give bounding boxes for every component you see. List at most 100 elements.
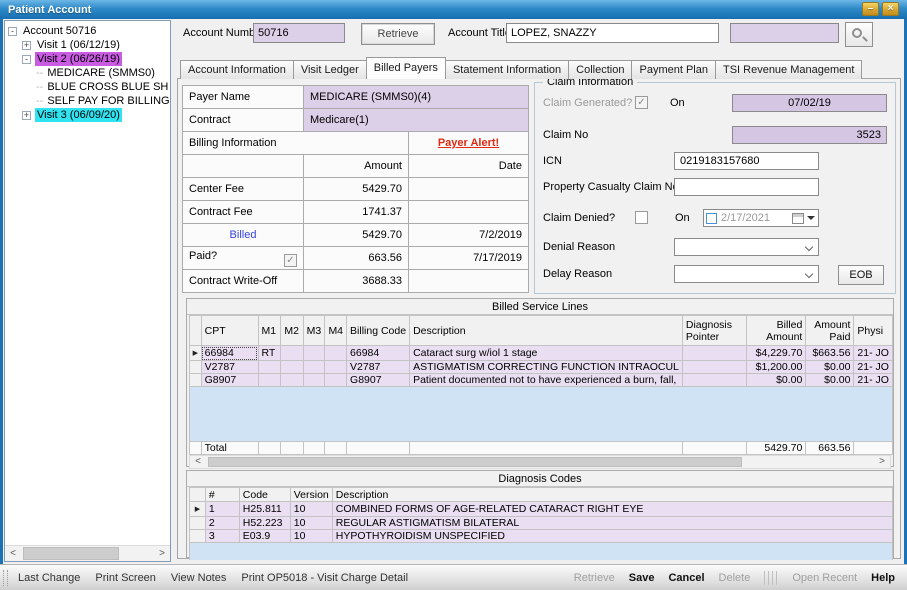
- scrollbar-thumb[interactable]: [23, 547, 119, 560]
- aux-lookup-field[interactable]: [730, 23, 839, 43]
- tree-node-visit2[interactable]: - Visit 2 (06/26/19): [22, 52, 169, 66]
- col-num[interactable]: #: [205, 488, 239, 502]
- col-description[interactable]: Description: [332, 488, 892, 502]
- cell-physician: 21- JO: [854, 346, 893, 361]
- row-selector[interactable]: ▶: [190, 502, 206, 517]
- empty-grid-area: [190, 543, 893, 560]
- service-lines-horizontal-scrollbar[interactable]: < >: [189, 455, 891, 469]
- scrollbar-track[interactable]: [21, 546, 154, 561]
- icn-input[interactable]: [674, 152, 819, 170]
- claim-denied-on-label: On: [675, 208, 690, 228]
- row-selector[interactable]: [190, 530, 206, 543]
- col-billing-code[interactable]: Billing Code: [347, 316, 410, 346]
- tree-node-label[interactable]: Account 50716: [21, 24, 98, 38]
- tree-node-account[interactable]: - Account 50716: [8, 24, 169, 38]
- billed-link[interactable]: Billed: [189, 229, 297, 241]
- cell-version: 10: [290, 502, 332, 517]
- denial-reason-select[interactable]: [674, 238, 819, 256]
- account-tree: - Account 50716 + Visit 1 (06/12/19) - V…: [8, 24, 169, 544]
- col-billed-amount[interactable]: Billed Amount: [747, 316, 806, 346]
- col-amount-paid[interactable]: Amount Paid: [806, 316, 854, 346]
- paid-checkbox[interactable]: ✓: [284, 254, 297, 267]
- table-row[interactable]: ▶ 66984 RT 66984 Cataract surg w/iol 1 s…: [190, 346, 893, 361]
- view-notes-button[interactable]: View Notes: [171, 572, 226, 584]
- help-button[interactable]: Help: [871, 572, 895, 584]
- tree-node-label[interactable]: SELF PAY FOR BILLING: [45, 94, 169, 108]
- scroll-right-icon[interactable]: >: [874, 456, 890, 468]
- collapse-icon[interactable]: -: [22, 55, 31, 64]
- last-change-button[interactable]: Last Change: [18, 572, 80, 584]
- row-selector[interactable]: [190, 374, 202, 387]
- tab-billed-payers[interactable]: Billed Payers: [366, 57, 446, 79]
- col-version[interactable]: Version: [290, 488, 332, 502]
- tab-account-information[interactable]: Account Information: [180, 60, 294, 79]
- scroll-right-icon[interactable]: >: [154, 546, 170, 561]
- denial-reason-label: Denial Reason: [543, 237, 615, 257]
- delay-reason-select[interactable]: [674, 265, 819, 283]
- eob-button[interactable]: EOB: [838, 265, 884, 285]
- close-button[interactable]: ×: [882, 2, 899, 16]
- tree-node-bluecross[interactable]: -- BLUE CROSS BLUE SH: [36, 80, 169, 94]
- tab-collection[interactable]: Collection: [568, 60, 632, 79]
- tree-node-label[interactable]: Visit 1 (06/12/19): [35, 38, 122, 52]
- row-selector[interactable]: ▶: [190, 346, 202, 361]
- table-row[interactable]: 2 H52.223 10 REGULAR ASTIGMATISM BILATER…: [190, 517, 893, 530]
- tree-horizontal-scrollbar[interactable]: < >: [5, 545, 170, 561]
- collapse-icon[interactable]: -: [8, 27, 17, 36]
- search-button[interactable]: [845, 22, 873, 47]
- tree-node-visit3[interactable]: + Visit 3 (06/09/20): [22, 108, 169, 122]
- col-diagnosis-pointer[interactable]: Diagnosis Pointer: [682, 316, 746, 346]
- tab-payment-plan[interactable]: Payment Plan: [631, 60, 715, 79]
- property-casualty-input[interactable]: [674, 178, 819, 196]
- col-description[interactable]: Description: [410, 316, 683, 346]
- tree-node-label[interactable]: MEDICARE (SMMS0): [45, 66, 157, 80]
- tree-node-label[interactable]: BLUE CROSS BLUE SH: [45, 80, 169, 94]
- table-row[interactable]: G8907 G8907 Patient documented not to ha…: [190, 374, 893, 387]
- cell-empty: [410, 442, 683, 455]
- titlebar[interactable]: Patient Account – ×: [0, 0, 907, 19]
- retrieve-button[interactable]: Retrieve: [361, 23, 435, 45]
- save-button[interactable]: Save: [629, 572, 655, 584]
- tree-node-medicare[interactable]: -- MEDICARE (SMMS0): [36, 66, 169, 80]
- minimize-button[interactable]: –: [862, 2, 879, 16]
- col-cpt[interactable]: CPT: [201, 316, 258, 346]
- tree-node-selfpay[interactable]: -- SELF PAY FOR BILLING: [36, 94, 169, 108]
- col-physician[interactable]: Physi: [854, 316, 893, 346]
- table-row: Contract Write-Off 3688.33: [183, 270, 529, 293]
- scroll-left-icon[interactable]: <: [5, 546, 21, 561]
- tab-visit-ledger[interactable]: Visit Ledger: [293, 60, 367, 79]
- tab-tsi-revenue-management[interactable]: TSI Revenue Management: [715, 60, 862, 79]
- claim-denied-checkbox[interactable]: [635, 211, 648, 224]
- scroll-left-icon[interactable]: <: [190, 456, 206, 468]
- cell-empty: [347, 442, 410, 455]
- scrollbar-thumb[interactable]: [208, 457, 742, 467]
- print-screen-button[interactable]: Print Screen: [95, 572, 156, 584]
- cell-m1: RT: [258, 346, 281, 361]
- row-selector[interactable]: [190, 517, 206, 530]
- dropdown-arrow-icon[interactable]: [807, 216, 815, 220]
- table-row[interactable]: ▶ 1 H25.811 10 COMBINED FORMS OF AGE-REL…: [190, 502, 893, 517]
- table-row[interactable]: V2787 V2787 ASTIGMATISM CORRECTING FUNCT…: [190, 361, 893, 374]
- account-title-input[interactable]: [506, 23, 719, 43]
- col-code[interactable]: Code: [239, 488, 290, 502]
- tree-node-label-selected[interactable]: Visit 2 (06/26/19): [35, 52, 122, 66]
- scrollbar-track[interactable]: [206, 456, 874, 468]
- print-visit-charge-detail-button[interactable]: Print OP5018 - Visit Charge Detail: [241, 572, 408, 584]
- col-m3[interactable]: M3: [303, 316, 325, 346]
- window-content: - Account 50716 + Visit 1 (06/12/19) - V…: [3, 19, 904, 564]
- cancel-button[interactable]: Cancel: [668, 572, 704, 584]
- expand-icon[interactable]: +: [22, 111, 31, 120]
- account-number-input[interactable]: [253, 23, 345, 43]
- col-m2[interactable]: M2: [281, 316, 303, 346]
- tree-node-visit1[interactable]: + Visit 1 (06/12/19): [22, 38, 169, 52]
- claim-denied-date-picker[interactable]: 2/17/2021: [703, 209, 819, 227]
- date-enable-checkbox[interactable]: [706, 213, 717, 224]
- tree-node-label[interactable]: Visit 3 (06/09/20): [35, 108, 122, 122]
- col-m1[interactable]: M1: [258, 316, 281, 346]
- expand-icon[interactable]: +: [22, 41, 31, 50]
- tab-statement-information[interactable]: Statement Information: [445, 60, 569, 79]
- row-selector[interactable]: [190, 361, 202, 374]
- col-m4[interactable]: M4: [325, 316, 347, 346]
- payer-alert-link[interactable]: Payer Alert!: [415, 137, 522, 149]
- table-row[interactable]: 3 E03.9 10 HYPOTHYROIDISM UNSPECIFIED: [190, 530, 893, 543]
